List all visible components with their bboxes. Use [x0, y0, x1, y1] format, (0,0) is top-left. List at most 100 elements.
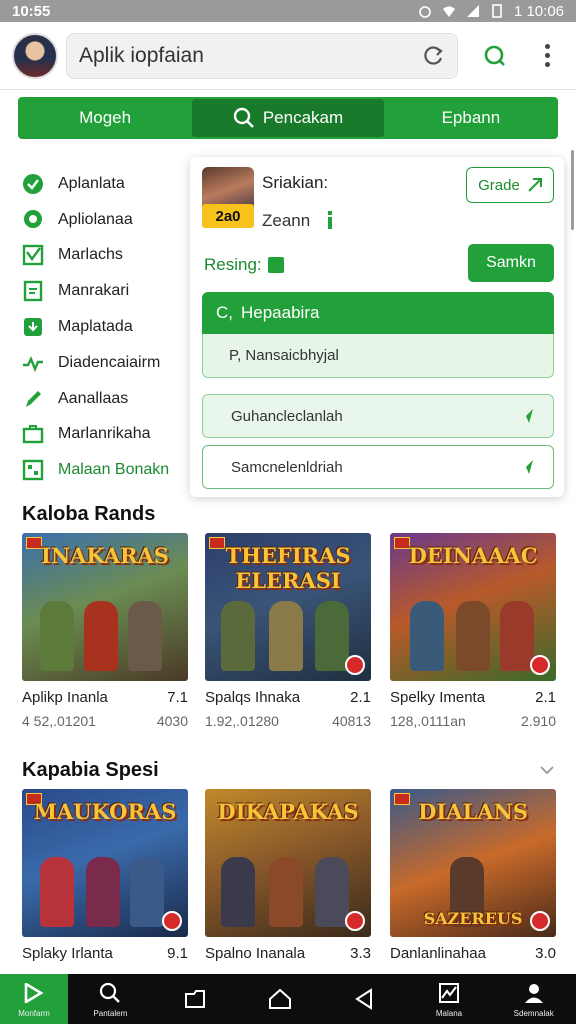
tab-pencakam[interactable]: Pencakam [192, 99, 384, 137]
game-logo: DEINAAAC [408, 543, 538, 568]
character-figure [128, 601, 162, 671]
sidebar-item-1[interactable]: Apliolanaa [22, 202, 192, 238]
sidebar: Aplanlata Apliolanaa Marlachs Manrakari … [22, 166, 192, 488]
home-icon [268, 988, 291, 1009]
bottom-nav: Monfarm Pantalem Malana Sdemnalak [0, 974, 576, 1024]
game-downloads: 1.92,.01280 [205, 713, 279, 729]
game-card[interactable]: DIALANS SAZEREUS Danlanlinahaa 3.0 [390, 789, 556, 962]
nav-label: Sdemnalak [513, 1009, 554, 1018]
game-rating: 2.1 [350, 689, 371, 706]
sidebar-item-5[interactable]: Diadencaiairm [22, 345, 192, 381]
options-header-label: Hepaabira [241, 303, 320, 322]
tab-label: Epbann [441, 108, 501, 127]
character-figure [410, 601, 444, 671]
popup-title: Sriakian: [262, 173, 329, 192]
sidebar-item-4[interactable]: Maplatada [22, 309, 192, 345]
character-figure [40, 857, 74, 927]
sidebar-item-7[interactable]: Marlanrikaha [22, 417, 192, 453]
nav-item-profile[interactable]: Sdemnalak [491, 974, 576, 1024]
nav-item-search[interactable]: Pantalem [68, 974, 153, 1024]
nav-item-folder[interactable] [153, 974, 238, 1024]
game-card[interactable]: DIKAPAKAS Spalno Inanala 3.3 [205, 789, 371, 962]
game-card[interactable]: INAKARAS Aplikp Inanla 7.1 4 52,.01201 403… [22, 533, 188, 729]
grade-button[interactable]: Grade [466, 167, 554, 203]
avatar[interactable] [12, 32, 58, 79]
card-meta: Danlanlinahaa 3.0 [390, 945, 556, 962]
game-name: Danlanlinahaa [390, 945, 486, 962]
play-icon [345, 911, 365, 931]
sidebar-item-label: Apliolanaa [58, 210, 133, 228]
nav-item-back[interactable] [322, 974, 407, 1024]
character-figure [500, 601, 534, 671]
game-rating: 3.0 [535, 945, 556, 962]
back-icon [355, 988, 373, 1010]
send-icon [519, 460, 533, 474]
sidebar-item-label: Aanallaas [58, 389, 129, 407]
option-row-2[interactable]: Samcnelenldriah [202, 445, 554, 489]
option-label: Samcnelenldriah [231, 458, 343, 476]
refresh-icon[interactable] [423, 45, 445, 67]
game-rating: 2.1 [535, 689, 556, 706]
sidebar-item-label: Diadencaiairm [58, 353, 161, 371]
game-logo: DIKAPAKAS [217, 799, 359, 824]
battery-icon [492, 4, 502, 18]
sidebar-item-label: Marlachs [58, 246, 123, 264]
scrollbar[interactable] [571, 150, 574, 230]
search-icon [233, 107, 254, 128]
nav-item-house[interactable] [237, 974, 322, 1024]
sidebar-item-8[interactable]: Malaan Bonakn [22, 452, 192, 488]
nav-label: Monfarm [18, 1009, 50, 1018]
nav-item-chart[interactable]: Malana [407, 974, 492, 1024]
sidebar-item-label: Marlanrikaha [58, 425, 151, 443]
character-figure [221, 857, 255, 927]
tab-bar: Mogeh Pencakam Epbann [18, 97, 558, 139]
sidebar-item-2[interactable]: Marlachs [22, 238, 192, 274]
send-icon [528, 178, 542, 192]
sidebar-item-label: Manrakari [58, 282, 130, 300]
more-vert-icon[interactable] [532, 41, 562, 71]
game-card[interactable]: THEFIRAS ELERASI Spalqs Ihnaka 2.1 1.92,.… [205, 533, 371, 729]
alarm-icon [419, 6, 431, 18]
option-row-1[interactable]: Guhancleclanlah [202, 394, 554, 438]
game-thumbnail: THEFIRAS ELERASI [205, 533, 371, 681]
samkn-label: Samkn [486, 254, 536, 271]
tab-epbann[interactable]: Epbann [384, 97, 558, 139]
sidebar-item-0[interactable]: Aplanlata [22, 166, 192, 202]
app-header: Aplik iopfaian [0, 22, 576, 90]
samkn-button[interactable]: Samkn [468, 244, 554, 282]
document-icon [22, 280, 44, 302]
sidebar-item-3[interactable]: Manrakari [22, 273, 192, 309]
option-row-0[interactable]: P, Nansaicbhyjal [202, 334, 554, 378]
status-right-time: 1 10:06 [513, 2, 564, 20]
game-rating: 7.1 [167, 689, 188, 706]
game-name: Aplikp Inanla [22, 689, 108, 706]
character-figure [86, 857, 120, 927]
info-icon [328, 211, 332, 229]
search-input[interactable]: Aplik iopfaian [66, 32, 458, 79]
game-name: Spalqs Ihnaka [205, 689, 301, 706]
chevron-down-icon[interactable] [540, 765, 554, 775]
check-circle-icon [22, 173, 44, 195]
tab-mogeh[interactable]: Mogeh [18, 97, 192, 139]
nav-item-home[interactable]: Monfarm [0, 974, 68, 1024]
game-size: 2.910 [520, 713, 556, 729]
calendar-icon [267, 257, 284, 273]
character-figure [269, 601, 303, 671]
status-icons: 1 10:06 [418, 3, 564, 20]
card-stats: 128,.0111an 2.910 [390, 713, 556, 729]
pen-icon [22, 388, 44, 410]
signal-icon [466, 5, 479, 17]
sidebar-item-6[interactable]: Aanallaas [22, 381, 192, 417]
search-icon [484, 45, 505, 66]
app-badge: 2a0 [202, 204, 254, 228]
status-time: 10:55 [12, 2, 51, 20]
card-meta: Spelky Imenta 2.1 [390, 689, 556, 706]
options-header[interactable]: C, Hepaabira [202, 292, 554, 334]
search-button[interactable] [480, 41, 510, 71]
game-card[interactable]: DEINAAAC Spelky Imenta 2.1 128,.0111an 2.9… [390, 533, 556, 729]
character-figure [456, 601, 490, 671]
download-icon [22, 316, 44, 338]
game-card[interactable]: MAUKORAS Splaky Irlanta 9.1 [22, 789, 188, 962]
game-thumbnail: DEINAAAC [390, 533, 556, 681]
card-meta: Spalqs Ihnaka 2.1 [205, 689, 371, 706]
